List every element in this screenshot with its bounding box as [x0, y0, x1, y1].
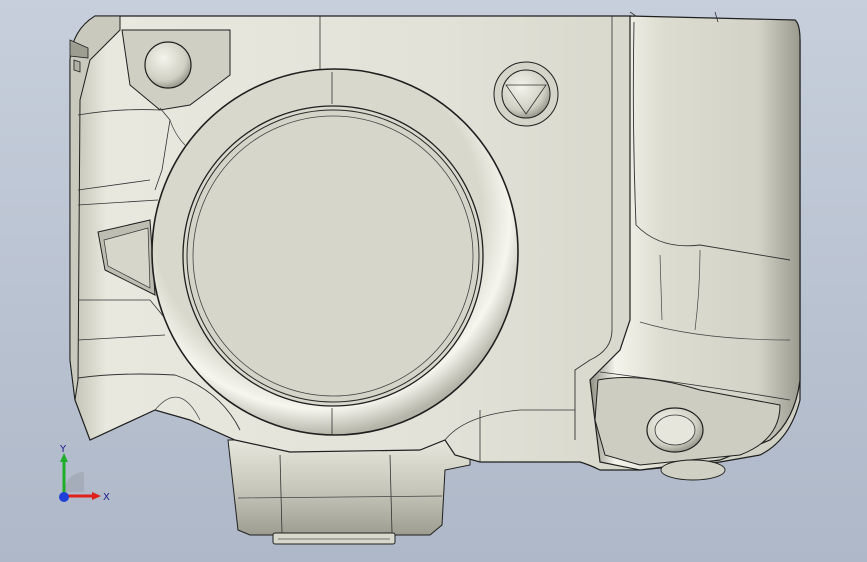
bottom-foot: [660, 459, 726, 481]
bottom-mount-block: [227, 439, 471, 536]
lens-release-button[interactable]: [501, 69, 551, 119]
sensor-opening: [192, 115, 474, 397]
z-axis-dot: [59, 492, 69, 502]
camera-body-model[interactable]: [0, 0, 867, 562]
y-axis-label: Y: [59, 444, 67, 455]
graphics-viewport[interactable]: Y X: [0, 0, 867, 562]
mode-dial-knob[interactable]: [144, 41, 192, 89]
bottom-plate: [272, 532, 396, 545]
x-axis-label: X: [103, 492, 110, 503]
coordinate-triad: Y X: [59, 444, 110, 503]
